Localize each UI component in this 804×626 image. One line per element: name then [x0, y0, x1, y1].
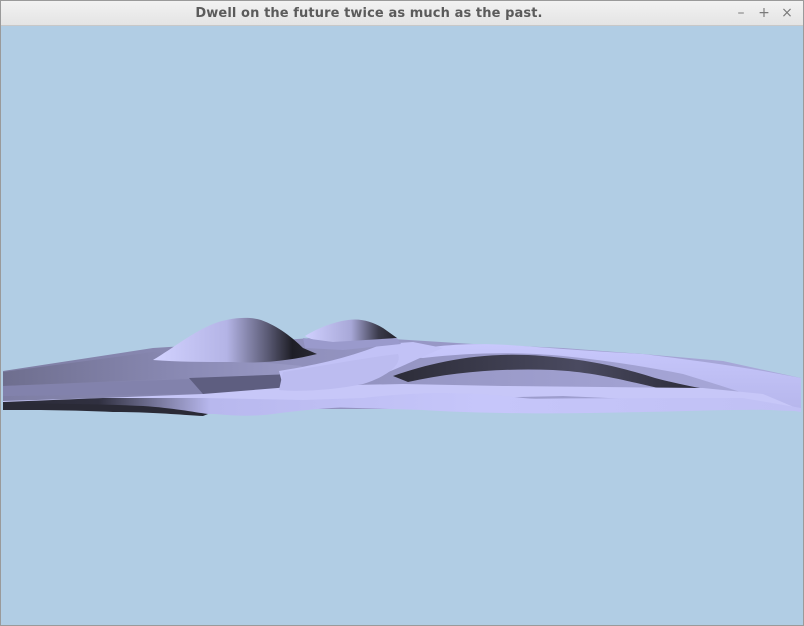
- terrain-hill-right: [305, 319, 397, 342]
- minimize-icon[interactable]: –: [732, 4, 750, 22]
- window-title: Dwell on the future twice as much as the…: [195, 6, 543, 21]
- maximize-icon[interactable]: +: [755, 4, 773, 22]
- close-icon[interactable]: ×: [778, 4, 796, 22]
- terrain-scene: [3, 317, 801, 416]
- render-viewport[interactable]: [3, 26, 803, 625]
- terrain-hill-left: [153, 317, 317, 363]
- app-window: Dwell on the future twice as much as the…: [0, 0, 804, 626]
- title-bar[interactable]: Dwell on the future twice as much as the…: [1, 1, 803, 26]
